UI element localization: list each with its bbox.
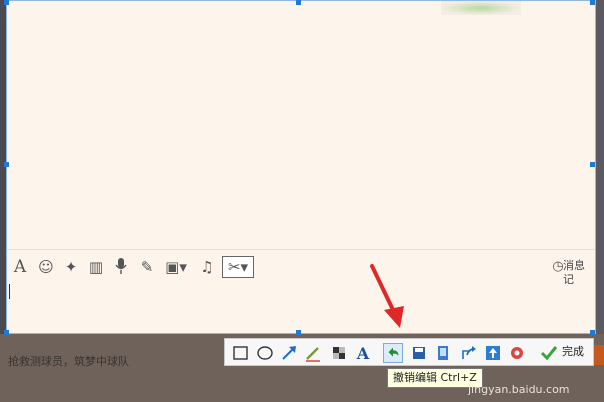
text-caret bbox=[9, 284, 10, 299]
finish-button[interactable]: 完成 bbox=[562, 345, 584, 359]
emoji-icon[interactable]: ☺ bbox=[37, 258, 55, 276]
magic-icon[interactable]: ✦ bbox=[62, 258, 80, 276]
watermark: jingyan.baidu.com bbox=[468, 383, 570, 396]
undo-icon[interactable] bbox=[383, 343, 403, 363]
resize-handle-left[interactable] bbox=[4, 162, 9, 167]
image-icon[interactable]: ▣▾ bbox=[163, 258, 189, 276]
history-label[interactable]: 消息记 bbox=[563, 259, 595, 287]
compose-toolbar: A ☺ ✦ ▥ ✎ ▣▾ ♫ ✂▾ ◷ bbox=[7, 249, 595, 284]
capture-region[interactable]: A ☺ ✦ ▥ ✎ ▣▾ ♫ ✂▾ ◷ 消息记 bbox=[6, 0, 596, 334]
resize-handle-top-right[interactable] bbox=[590, 0, 595, 5]
edit-icon[interactable]: ✎ bbox=[138, 258, 156, 276]
save-icon[interactable] bbox=[409, 343, 429, 363]
svg-text:A: A bbox=[356, 344, 370, 363]
background-blob bbox=[441, 1, 521, 15]
share-icon[interactable] bbox=[459, 343, 479, 363]
resize-handle-right[interactable] bbox=[590, 162, 595, 167]
video-icon[interactable]: ▥ bbox=[87, 258, 105, 276]
pin-icon[interactable] bbox=[433, 343, 453, 363]
music-icon[interactable]: ♫ bbox=[199, 258, 215, 276]
resize-handle-bottom-left[interactable] bbox=[4, 330, 9, 335]
font-icon[interactable]: A bbox=[12, 258, 28, 276]
pen-icon[interactable] bbox=[303, 343, 323, 363]
rectangle-icon[interactable] bbox=[231, 343, 251, 363]
microphone-icon[interactable] bbox=[113, 258, 129, 276]
check-icon[interactable] bbox=[539, 343, 559, 363]
resize-handle-bottom[interactable] bbox=[296, 330, 301, 335]
text-icon[interactable]: A bbox=[353, 343, 373, 363]
screenshot-toolbar: A 完成 bbox=[224, 338, 594, 366]
mosaic-icon[interactable] bbox=[329, 343, 349, 363]
arrow-icon[interactable] bbox=[279, 343, 299, 363]
resize-handle-bottom-right[interactable] bbox=[590, 330, 595, 335]
red-arrow-annotation bbox=[370, 264, 404, 328]
settings-icon[interactable] bbox=[507, 343, 527, 363]
background-hint-text: 抢救测球员，筑梦中球队 bbox=[8, 355, 129, 368]
resize-handle-top[interactable] bbox=[296, 0, 301, 5]
ellipse-icon[interactable] bbox=[255, 343, 275, 363]
scissors-icon[interactable]: ✂▾ bbox=[222, 256, 254, 278]
upload-icon[interactable] bbox=[483, 343, 503, 363]
resize-handle-top-left[interactable] bbox=[4, 0, 9, 5]
